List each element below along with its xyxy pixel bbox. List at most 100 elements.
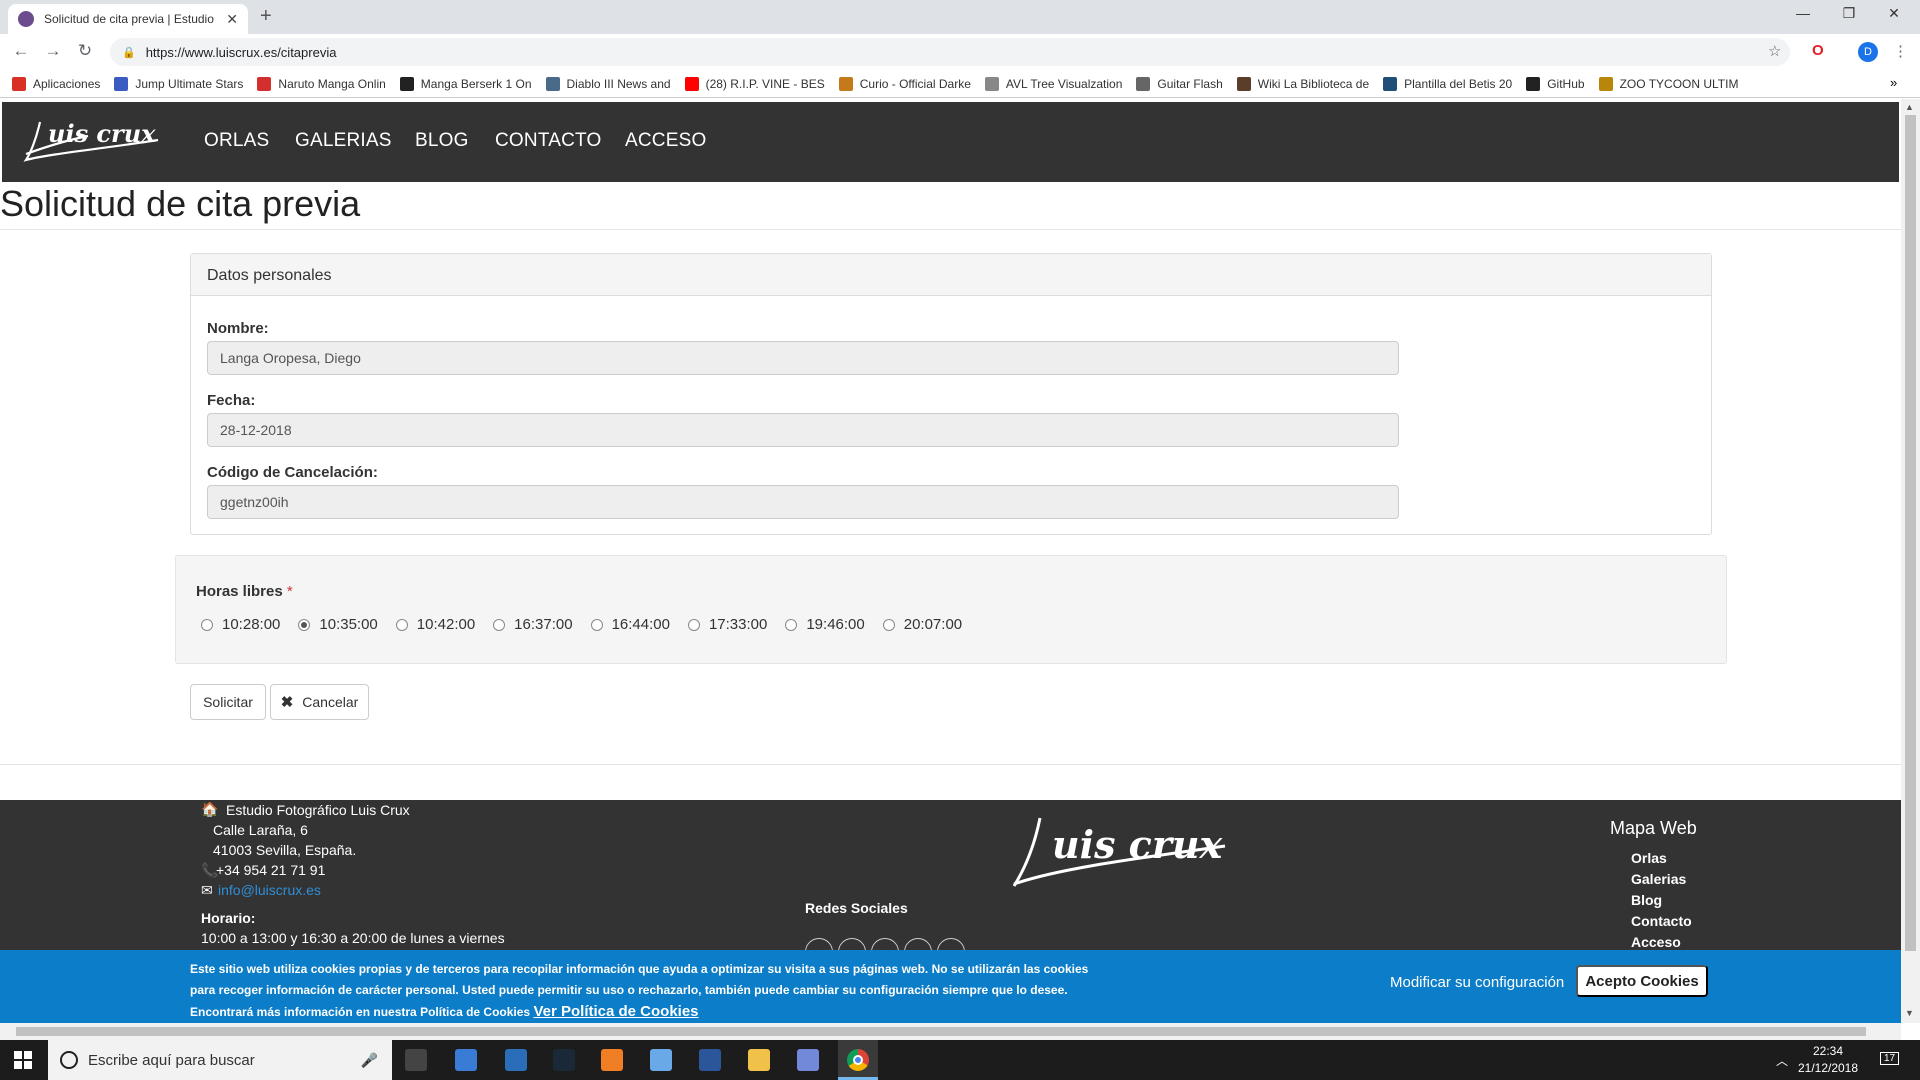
chrome-taskbar-button[interactable]	[838, 1040, 878, 1080]
divider	[0, 764, 1901, 765]
luis-crux-logo[interactable]: uis crux	[18, 110, 168, 170]
nav-acceso[interactable]: ACCESO	[625, 130, 706, 152]
bookmark-item[interactable]: Jump Ultimate Stars	[114, 76, 243, 91]
horizontal-scrollbar[interactable]	[0, 1023, 1901, 1040]
bookmark-item[interactable]: Aplicaciones	[12, 76, 100, 91]
bookmark-label: Naruto Manga Onlin	[278, 76, 386, 91]
microphone-icon[interactable]: 🎤	[361, 1052, 378, 1069]
notifications-icon[interactable]: 17	[1880, 1052, 1900, 1065]
hora-radio[interactable]	[882, 618, 895, 631]
scrollbar-thumb[interactable]	[16, 1027, 1866, 1036]
hora-option[interactable]: 10:35:00	[298, 616, 378, 633]
address-bar[interactable]: 🔒 https://www.luiscrux.es/citaprevia	[110, 38, 1790, 66]
bookmark-item[interactable]: Curio - Official Darke	[838, 76, 971, 91]
app-icon[interactable]	[455, 1049, 477, 1071]
bookmark-star-icon[interactable]: ☆	[1768, 42, 1781, 60]
page-title: Solicitud de cita previa	[0, 183, 361, 224]
close-window-icon[interactable]: ✕	[1874, 5, 1914, 22]
cookie-policy-link[interactable]: Ver Política de Cookies	[533, 1003, 698, 1020]
hora-option[interactable]: 20:07:00	[882, 616, 962, 633]
bookmark-label: Diablo III News and	[566, 76, 671, 91]
word-icon[interactable]	[699, 1049, 721, 1071]
hora-radio[interactable]	[493, 618, 506, 631]
vertical-scrollbar[interactable]: ▲ ▼	[1901, 99, 1920, 1023]
codigo-cancelacion-field[interactable]	[207, 485, 1399, 519]
hora-option[interactable]: 10:28:00	[201, 616, 280, 633]
cancelar-button[interactable]: ✖ Cancelar	[270, 684, 369, 720]
nav-galerias[interactable]: GALERIAS	[295, 130, 392, 152]
bookmark-item[interactable]: Diablo III News and	[545, 76, 671, 91]
opera-extension-icon[interactable]: O	[1812, 42, 1824, 59]
bookmark-favicon-icon	[1136, 76, 1151, 91]
clock-date: 21/12/2018	[1797, 1061, 1859, 1075]
reload-icon[interactable]: ↻	[74, 41, 96, 61]
bookmark-item[interactable]: Naruto Manga Onlin	[257, 76, 386, 91]
windows-start-icon[interactable]	[14, 1051, 32, 1069]
discord-icon[interactable]	[797, 1049, 819, 1071]
bookmark-item[interactable]: ZOO TYCOON ULTIM	[1598, 76, 1738, 91]
fecha-field[interactable]	[207, 413, 1399, 447]
hora-radio[interactable]	[785, 618, 798, 631]
close-tab-icon[interactable]: ✕	[226, 11, 238, 28]
nombre-field[interactable]	[207, 341, 1399, 375]
steam-icon[interactable]	[553, 1049, 575, 1071]
profile-avatar[interactable]: D	[1858, 42, 1878, 62]
browser-tab-strip: Solicitud de cita previa | Estudio ✕ + —…	[0, 0, 1920, 34]
cortana-icon	[60, 1051, 78, 1069]
new-tab-icon[interactable]: +	[260, 5, 272, 28]
nav-contacto[interactable]: CONTACTO	[495, 130, 601, 152]
scrollbar-thumb[interactable]	[1905, 115, 1916, 951]
bookmark-item[interactable]: GitHub	[1526, 76, 1585, 91]
hora-option[interactable]: 16:44:00	[590, 616, 670, 633]
hora-option[interactable]: 19:46:00	[785, 616, 865, 633]
visual-studio-icon[interactable]	[505, 1049, 527, 1071]
bookmark-item[interactable]: AVL Tree Visualzation	[984, 76, 1122, 91]
hora-option[interactable]: 10:42:00	[395, 616, 475, 633]
footer-city: 41003 Sevilla, España.	[213, 842, 357, 858]
cookie-settings-link[interactable]: Modificar su configuración	[1390, 974, 1564, 991]
hora-label: 16:44:00	[611, 616, 670, 633]
hora-radio[interactable]	[687, 618, 700, 631]
browser-tab[interactable]: Solicitud de cita previa | Estudio ✕	[8, 4, 248, 34]
restore-icon[interactable]: ❐	[1829, 5, 1869, 22]
bookmark-item[interactable]: Guitar Flash	[1136, 76, 1223, 91]
taskbar-clock[interactable]: 22:34 21/12/2018	[1793, 1043, 1863, 1077]
hora-option[interactable]: 16:37:00	[493, 616, 573, 633]
footer-horario: 10:00 a 13:00 y 16:30 a 20:00 de lunes a…	[201, 930, 505, 946]
apps-grid-icon	[12, 76, 26, 91]
hora-radio[interactable]	[590, 618, 603, 631]
bookmark-item[interactable]: (28) R.I.P. VINE - BES	[684, 76, 825, 91]
menu-kebab-icon[interactable]: ⋮	[1893, 42, 1908, 60]
nav-blog[interactable]: BLOG	[415, 130, 469, 152]
scroll-up-icon[interactable]: ▲	[1905, 102, 1914, 112]
taskbar-search[interactable]: Escribe aquí para buscar 🎤	[48, 1040, 392, 1080]
hora-radio[interactable]	[395, 618, 408, 631]
virtualbox-icon[interactable]	[650, 1049, 672, 1071]
scroll-down-icon[interactable]: ▼	[1905, 1008, 1914, 1018]
accept-cookies-button[interactable]: Acepto Cookies	[1576, 965, 1708, 997]
forward-icon[interactable]: →	[42, 41, 64, 61]
mapa-contacto-link[interactable]: Contacto	[1631, 913, 1692, 929]
footer-email-link[interactable]: info@luiscrux.es	[218, 882, 321, 898]
bookmark-label: Curio - Official Darke	[859, 76, 971, 91]
bookmark-item[interactable]: Manga Berserk 1 On	[399, 76, 532, 91]
back-icon[interactable]: ←	[10, 41, 32, 61]
bookmark-item[interactable]: Plantilla del Betis 20	[1383, 76, 1512, 91]
tray-chevron-icon[interactable]: ︿	[1776, 1052, 1788, 1069]
xampp-icon[interactable]	[601, 1049, 623, 1071]
task-view-icon[interactable]	[405, 1049, 427, 1071]
hora-option[interactable]: 17:33:00	[687, 616, 767, 633]
hora-radio[interactable]	[201, 618, 213, 631]
mapa-blog-link[interactable]: Blog	[1631, 892, 1662, 908]
solicitar-button[interactable]: Solicitar	[190, 684, 266, 720]
mapa-galerias-link[interactable]: Galerias	[1631, 871, 1686, 887]
nav-orlas[interactable]: ORLAS	[204, 130, 269, 152]
file-explorer-icon[interactable]	[748, 1049, 770, 1071]
hora-radio[interactable]	[298, 618, 311, 631]
bookmarks-overflow-icon[interactable]: »	[1890, 75, 1904, 90]
minimize-icon[interactable]: —	[1783, 5, 1823, 21]
mapa-acceso-link[interactable]: Acceso	[1631, 934, 1681, 950]
mapa-orlas-link[interactable]: Orlas	[1631, 850, 1667, 866]
bookmark-item[interactable]: Wiki La Biblioteca de	[1236, 76, 1369, 91]
clock-time: 22:34	[1812, 1044, 1844, 1058]
